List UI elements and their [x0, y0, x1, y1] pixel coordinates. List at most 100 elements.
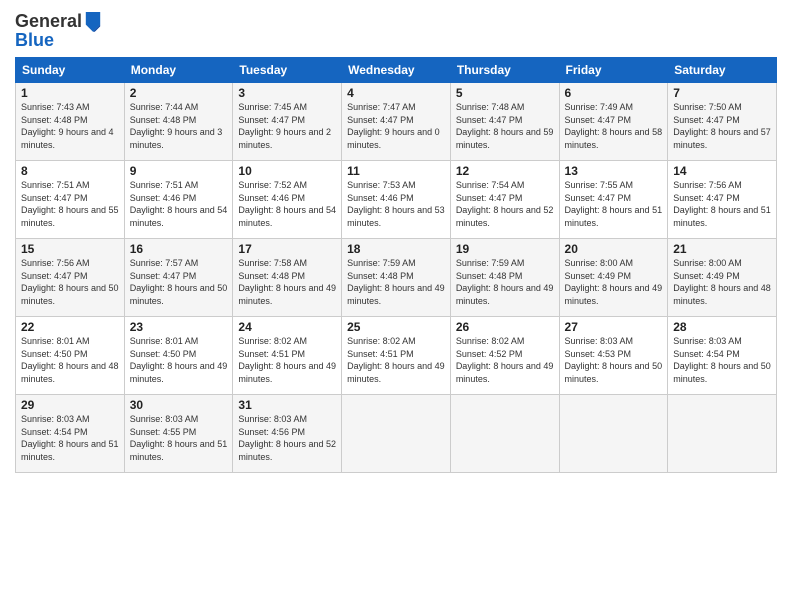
logo-icon — [84, 10, 102, 32]
col-friday: Friday — [559, 58, 668, 83]
day-info: Sunrise: 7:47 AMSunset: 4:47 PMDaylight:… — [347, 101, 445, 151]
day-number: 7 — [673, 86, 771, 100]
day-number: 6 — [565, 86, 663, 100]
day-info: Sunrise: 7:59 AMSunset: 4:48 PMDaylight:… — [456, 257, 554, 307]
day-number: 29 — [21, 398, 119, 412]
day-number: 20 — [565, 242, 663, 256]
table-row — [559, 395, 668, 473]
day-number: 15 — [21, 242, 119, 256]
calendar-week-row: 8Sunrise: 7:51 AMSunset: 4:47 PMDaylight… — [16, 161, 777, 239]
day-info: Sunrise: 8:02 AMSunset: 4:52 PMDaylight:… — [456, 335, 554, 385]
day-number: 27 — [565, 320, 663, 334]
day-number: 28 — [673, 320, 771, 334]
day-info: Sunrise: 7:57 AMSunset: 4:47 PMDaylight:… — [130, 257, 228, 307]
col-thursday: Thursday — [450, 58, 559, 83]
day-number: 18 — [347, 242, 445, 256]
col-wednesday: Wednesday — [342, 58, 451, 83]
table-row: 27Sunrise: 8:03 AMSunset: 4:53 PMDayligh… — [559, 317, 668, 395]
calendar-week-row: 1Sunrise: 7:43 AMSunset: 4:48 PMDaylight… — [16, 83, 777, 161]
table-row: 23Sunrise: 8:01 AMSunset: 4:50 PMDayligh… — [124, 317, 233, 395]
day-number: 12 — [456, 164, 554, 178]
day-number: 24 — [238, 320, 336, 334]
table-row — [668, 395, 777, 473]
day-number: 13 — [565, 164, 663, 178]
day-info: Sunrise: 8:01 AMSunset: 4:50 PMDaylight:… — [130, 335, 228, 385]
day-number: 31 — [238, 398, 336, 412]
day-info: Sunrise: 7:53 AMSunset: 4:46 PMDaylight:… — [347, 179, 445, 229]
logo-general-text: General — [15, 11, 82, 32]
table-row: 18Sunrise: 7:59 AMSunset: 4:48 PMDayligh… — [342, 239, 451, 317]
day-number: 8 — [21, 164, 119, 178]
table-row: 14Sunrise: 7:56 AMSunset: 4:47 PMDayligh… — [668, 161, 777, 239]
day-number: 10 — [238, 164, 336, 178]
day-number: 5 — [456, 86, 554, 100]
table-row: 26Sunrise: 8:02 AMSunset: 4:52 PMDayligh… — [450, 317, 559, 395]
col-saturday: Saturday — [668, 58, 777, 83]
day-number: 23 — [130, 320, 228, 334]
calendar-table: Sunday Monday Tuesday Wednesday Thursday… — [15, 57, 777, 473]
day-info: Sunrise: 8:03 AMSunset: 4:55 PMDaylight:… — [130, 413, 228, 463]
calendar-week-row: 22Sunrise: 8:01 AMSunset: 4:50 PMDayligh… — [16, 317, 777, 395]
logo-blue-text: Blue — [15, 30, 102, 51]
table-row: 9Sunrise: 7:51 AMSunset: 4:46 PMDaylight… — [124, 161, 233, 239]
day-number: 17 — [238, 242, 336, 256]
table-row: 8Sunrise: 7:51 AMSunset: 4:47 PMDaylight… — [16, 161, 125, 239]
table-row: 12Sunrise: 7:54 AMSunset: 4:47 PMDayligh… — [450, 161, 559, 239]
table-row: 16Sunrise: 7:57 AMSunset: 4:47 PMDayligh… — [124, 239, 233, 317]
table-row: 17Sunrise: 7:58 AMSunset: 4:48 PMDayligh… — [233, 239, 342, 317]
day-info: Sunrise: 7:56 AMSunset: 4:47 PMDaylight:… — [673, 179, 771, 229]
col-monday: Monday — [124, 58, 233, 83]
day-info: Sunrise: 8:03 AMSunset: 4:54 PMDaylight:… — [21, 413, 119, 463]
table-row: 28Sunrise: 8:03 AMSunset: 4:54 PMDayligh… — [668, 317, 777, 395]
table-row: 2Sunrise: 7:44 AMSunset: 4:48 PMDaylight… — [124, 83, 233, 161]
col-sunday: Sunday — [16, 58, 125, 83]
table-row: 4Sunrise: 7:47 AMSunset: 4:47 PMDaylight… — [342, 83, 451, 161]
table-row: 31Sunrise: 8:03 AMSunset: 4:56 PMDayligh… — [233, 395, 342, 473]
day-number: 3 — [238, 86, 336, 100]
day-info: Sunrise: 7:59 AMSunset: 4:48 PMDaylight:… — [347, 257, 445, 307]
day-info: Sunrise: 7:48 AMSunset: 4:47 PMDaylight:… — [456, 101, 554, 151]
table-row: 3Sunrise: 7:45 AMSunset: 4:47 PMDaylight… — [233, 83, 342, 161]
day-number: 26 — [456, 320, 554, 334]
day-number: 16 — [130, 242, 228, 256]
table-row: 21Sunrise: 8:00 AMSunset: 4:49 PMDayligh… — [668, 239, 777, 317]
table-row: 11Sunrise: 7:53 AMSunset: 4:46 PMDayligh… — [342, 161, 451, 239]
table-row: 13Sunrise: 7:55 AMSunset: 4:47 PMDayligh… — [559, 161, 668, 239]
header: General Blue — [15, 10, 777, 51]
table-row: 1Sunrise: 7:43 AMSunset: 4:48 PMDaylight… — [16, 83, 125, 161]
table-row: 20Sunrise: 8:00 AMSunset: 4:49 PMDayligh… — [559, 239, 668, 317]
table-row: 29Sunrise: 8:03 AMSunset: 4:54 PMDayligh… — [16, 395, 125, 473]
table-row: 22Sunrise: 8:01 AMSunset: 4:50 PMDayligh… — [16, 317, 125, 395]
day-info: Sunrise: 7:50 AMSunset: 4:47 PMDaylight:… — [673, 101, 771, 151]
day-info: Sunrise: 7:45 AMSunset: 4:47 PMDaylight:… — [238, 101, 336, 151]
table-row: 24Sunrise: 8:02 AMSunset: 4:51 PMDayligh… — [233, 317, 342, 395]
day-number: 25 — [347, 320, 445, 334]
day-number: 1 — [21, 86, 119, 100]
day-number: 21 — [673, 242, 771, 256]
day-number: 2 — [130, 86, 228, 100]
day-info: Sunrise: 8:02 AMSunset: 4:51 PMDaylight:… — [238, 335, 336, 385]
day-number: 9 — [130, 164, 228, 178]
day-info: Sunrise: 7:44 AMSunset: 4:48 PMDaylight:… — [130, 101, 228, 151]
day-info: Sunrise: 7:56 AMSunset: 4:47 PMDaylight:… — [21, 257, 119, 307]
day-number: 19 — [456, 242, 554, 256]
day-info: Sunrise: 7:43 AMSunset: 4:48 PMDaylight:… — [21, 101, 119, 151]
day-info: Sunrise: 7:54 AMSunset: 4:47 PMDaylight:… — [456, 179, 554, 229]
day-number: 4 — [347, 86, 445, 100]
table-row — [450, 395, 559, 473]
table-row: 15Sunrise: 7:56 AMSunset: 4:47 PMDayligh… — [16, 239, 125, 317]
table-row: 5Sunrise: 7:48 AMSunset: 4:47 PMDaylight… — [450, 83, 559, 161]
page: General Blue Sunday Monday Tuesday Wedne… — [0, 0, 792, 612]
table-row: 6Sunrise: 7:49 AMSunset: 4:47 PMDaylight… — [559, 83, 668, 161]
day-info: Sunrise: 8:03 AMSunset: 4:56 PMDaylight:… — [238, 413, 336, 463]
day-info: Sunrise: 7:51 AMSunset: 4:47 PMDaylight:… — [21, 179, 119, 229]
day-number: 11 — [347, 164, 445, 178]
day-info: Sunrise: 8:00 AMSunset: 4:49 PMDaylight:… — [565, 257, 663, 307]
calendar-week-row: 15Sunrise: 7:56 AMSunset: 4:47 PMDayligh… — [16, 239, 777, 317]
day-info: Sunrise: 7:55 AMSunset: 4:47 PMDaylight:… — [565, 179, 663, 229]
table-row — [342, 395, 451, 473]
day-info: Sunrise: 8:00 AMSunset: 4:49 PMDaylight:… — [673, 257, 771, 307]
day-info: Sunrise: 8:03 AMSunset: 4:54 PMDaylight:… — [673, 335, 771, 385]
table-row: 25Sunrise: 8:02 AMSunset: 4:51 PMDayligh… — [342, 317, 451, 395]
day-info: Sunrise: 7:51 AMSunset: 4:46 PMDaylight:… — [130, 179, 228, 229]
